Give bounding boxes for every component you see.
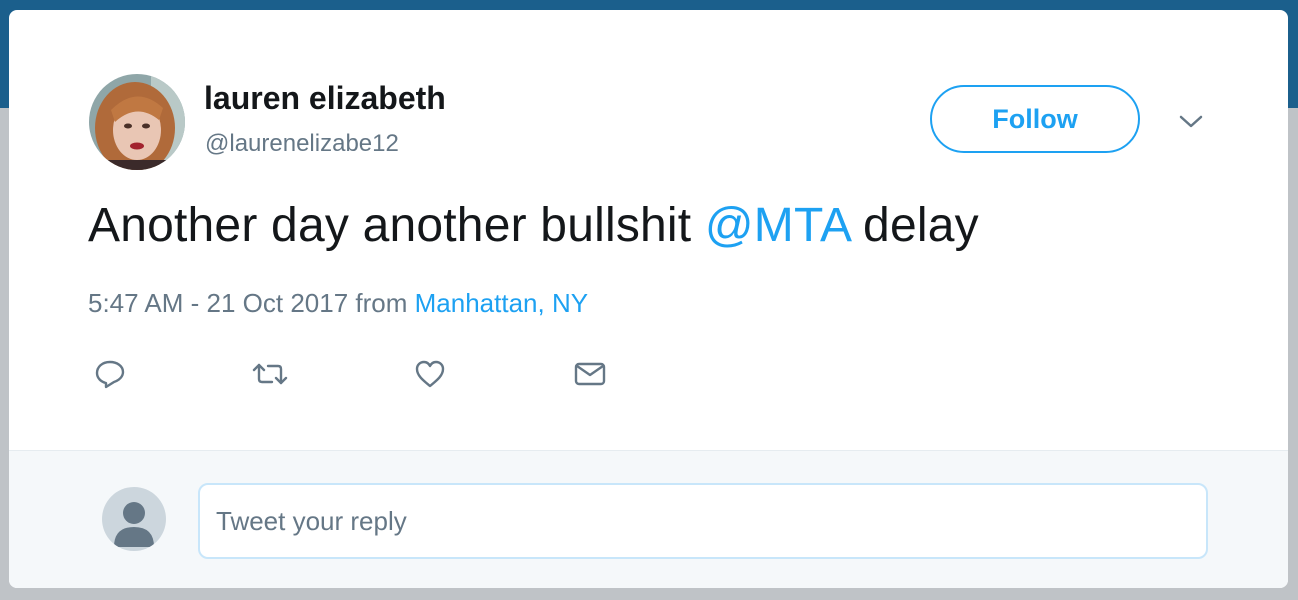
user-avatar[interactable] [89, 74, 185, 170]
like-button[interactable] [408, 354, 452, 394]
retweet-icon [252, 363, 288, 385]
heart-icon [415, 360, 445, 388]
reply-section [9, 450, 1288, 588]
reply-button[interactable] [88, 354, 132, 394]
follow-button[interactable]: Follow [930, 85, 1140, 153]
profile-photo [89, 74, 185, 170]
more-options-button[interactable] [1173, 108, 1209, 136]
reply-input[interactable] [198, 483, 1208, 559]
location-link[interactable]: Manhattan, NY [415, 288, 588, 318]
tweet-text-before: Another day another bullshit [88, 199, 705, 252]
reply-icon [95, 360, 125, 389]
mention-link[interactable]: @MTA [705, 199, 850, 252]
tweet-timestamp[interactable]: 5:47 AM - 21 Oct 2017 [88, 288, 348, 318]
tweet-text-after: delay [849, 199, 979, 252]
direct-message-button[interactable] [568, 354, 612, 394]
user-display-name[interactable]: lauren elizabeth [204, 80, 446, 117]
tweet-text: Another day another bullshit @MTA delay [88, 198, 979, 253]
envelope-icon [574, 362, 606, 386]
from-label: from [355, 288, 408, 318]
tweet-meta: 5:47 AM - 21 Oct 2017 from Manhattan, NY [88, 288, 588, 319]
user-handle[interactable]: @laurenelizabe12 [205, 130, 399, 158]
default-avatar-icon [114, 502, 154, 547]
retweet-button[interactable] [248, 354, 292, 394]
chevron-down-icon [1179, 115, 1203, 128]
reply-user-avatar [102, 487, 166, 551]
tweet-modal: lauren elizabeth @laurenelizabe12 Follow… [9, 10, 1288, 588]
